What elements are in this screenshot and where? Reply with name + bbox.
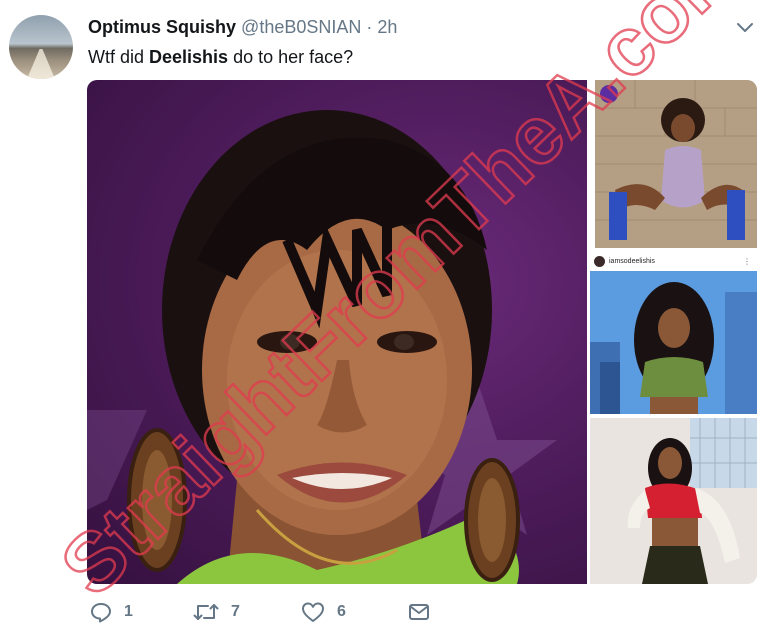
tweet-header: Optimus Squishy @theB0SNIAN · 2h: [88, 16, 397, 38]
retweet-count: 7: [231, 603, 240, 620]
like-button[interactable]: 6: [301, 600, 346, 624]
tweet-text-bold: Deelishis: [149, 47, 229, 67]
like-count: 6: [337, 603, 346, 620]
tweet-text-end: do to her face?: [228, 47, 354, 67]
display-name[interactable]: Optimus Squishy: [88, 17, 236, 37]
reply-icon: [91, 603, 111, 623]
user-handle[interactable]: @theB0SNIAN: [241, 17, 361, 37]
reply-count: 1: [124, 603, 133, 620]
chevron-down-icon[interactable]: [735, 18, 755, 38]
direct-message-button[interactable]: [408, 600, 430, 624]
side-photo-3[interactable]: [590, 418, 757, 584]
tweet-text-start: Wtf did: [88, 47, 150, 67]
tweet-actions: 1 7 6: [88, 600, 448, 624]
media-grid[interactable]: iamsodeelishis ⋮: [87, 80, 757, 584]
main-photo[interactable]: [87, 80, 587, 584]
envelope-icon: [409, 604, 429, 620]
avatar-road-graphic: [27, 49, 55, 79]
tweet-text: Wtf did Deelishis do to her face?: [88, 46, 353, 68]
tweet-timestamp[interactable]: 2h: [377, 17, 397, 37]
tweet-card[interactable]: Optimus Squishy @theB0SNIAN · 2h Wtf did…: [0, 0, 768, 633]
retweet-icon: [193, 604, 219, 620]
side-photo-2[interactable]: iamsodeelishis ⋮: [590, 252, 757, 414]
header-separator: ·: [366, 17, 373, 37]
retweet-button[interactable]: 7: [193, 600, 240, 624]
avatar[interactable]: [9, 15, 73, 79]
side-photo-1[interactable]: [595, 80, 757, 248]
reply-button[interactable]: 1: [90, 600, 133, 624]
heart-icon: [302, 602, 324, 622]
